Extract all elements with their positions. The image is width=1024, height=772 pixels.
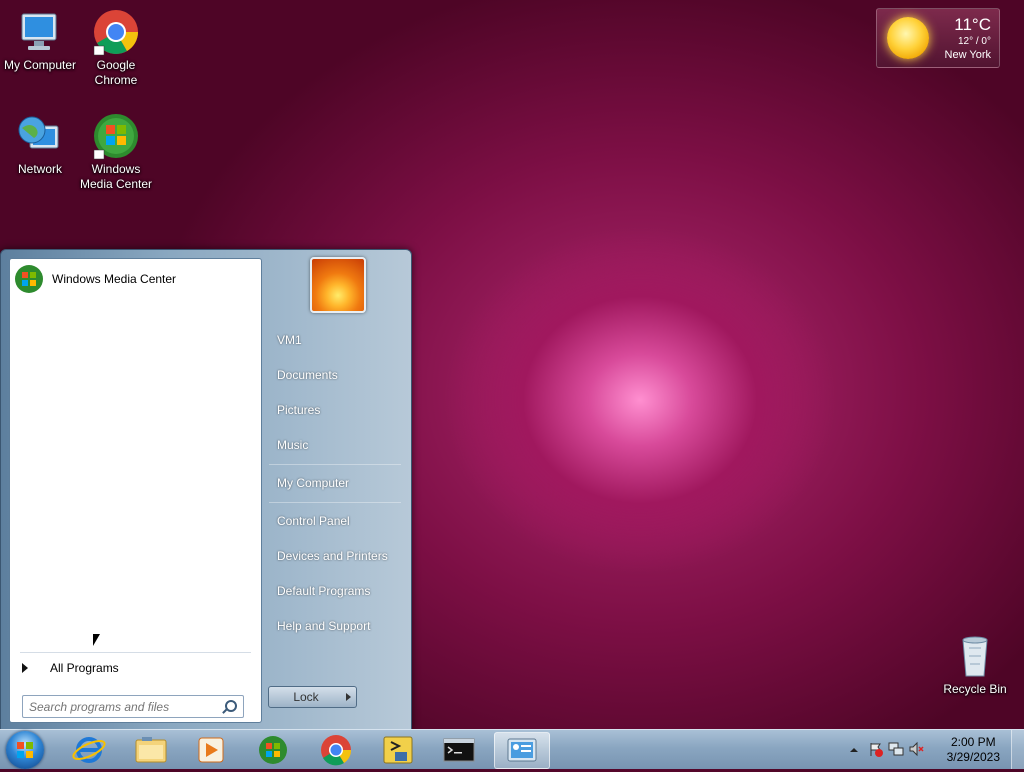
start-menu-item-label: Windows Media Center — [52, 272, 177, 286]
taskbar-button-internet-explorer[interactable] — [62, 732, 116, 767]
search-icon[interactable] — [225, 700, 237, 712]
start-button[interactable] — [6, 731, 44, 769]
start-menu-link-devices-and-printers[interactable]: Devices and Printers — [269, 542, 409, 570]
start-menu-link-music[interactable]: Music — [269, 431, 409, 459]
start-menu-item-windows-media-center[interactable]: Windows Media Center — [14, 265, 254, 293]
mouse-cursor — [92, 633, 102, 649]
chevron-right-icon — [22, 663, 28, 673]
desktop-icon-recycle-bin[interactable]: Recycle Bin — [935, 626, 1015, 697]
network-status-icon[interactable] — [888, 741, 904, 757]
monitor-icon — [16, 8, 64, 56]
all-programs-button[interactable]: All Programs — [18, 657, 254, 679]
clock-time: 2:00 PM — [950, 735, 996, 749]
command-prompt-icon — [443, 738, 475, 762]
taskbar-button-command-prompt[interactable] — [432, 732, 486, 767]
action-center-flag-icon[interactable] — [868, 741, 884, 757]
clock-date: 3/29/2023 — [946, 750, 1000, 764]
desktop: My Computer Google Chrome Network Window… — [0, 0, 1024, 731]
show-hidden-icons-chevron-icon[interactable] — [848, 744, 860, 756]
show-desktop-button[interactable] — [1011, 730, 1024, 769]
media-player-icon — [198, 737, 224, 763]
desktop-icon-windows-media-center[interactable]: Windows Media Center — [76, 106, 156, 192]
start-menu-link-default-programs[interactable]: Default Programs — [269, 577, 409, 605]
system-clock[interactable]: 2:00 PM 3/29/2023 — [947, 735, 1000, 765]
file-explorer-icon — [135, 737, 167, 763]
windows-logo-icon — [17, 742, 33, 758]
user-account-picture[interactable] — [310, 257, 366, 313]
divider — [269, 502, 401, 503]
taskbar-button-media-player[interactable] — [184, 732, 238, 767]
all-programs-label: All Programs — [50, 661, 119, 675]
start-menu-link-vm1[interactable]: VM1 — [269, 326, 409, 354]
weather-range: 12° / 0° — [957, 36, 991, 47]
chrome-icon — [321, 735, 352, 766]
taskbar: 2:00 PM 3/29/2023 — [0, 729, 1024, 769]
windows-media-center-icon — [92, 112, 140, 160]
python-icon — [383, 736, 413, 764]
system-tray: 2:00 PM 3/29/2023 — [834, 730, 1024, 769]
taskbar-button-windows-media-center[interactable] — [246, 732, 300, 767]
weather-city: New York — [944, 49, 991, 61]
recycle-bin-icon — [951, 632, 999, 680]
windows-media-center-icon — [14, 264, 44, 294]
chrome-icon — [92, 8, 140, 56]
shutdown-options-arrow-button[interactable] — [342, 686, 357, 708]
divider — [20, 652, 251, 653]
taskbar-button-chrome[interactable] — [309, 732, 363, 767]
taskbar-button-python[interactable] — [371, 732, 425, 767]
desktop-icon-label: My Computer — [3, 58, 77, 72]
start-menu-link-my-computer[interactable]: My Computer — [269, 469, 409, 497]
control-panel-icon — [507, 738, 537, 762]
desktop-icon-google-chrome[interactable]: Google Chrome — [76, 2, 156, 88]
start-menu-link-documents[interactable]: Documents — [269, 361, 409, 389]
internet-explorer-icon — [72, 737, 106, 763]
network-globe-icon — [16, 112, 64, 160]
weather-gadget[interactable]: 11°C 12° / 0° New York — [876, 8, 1000, 68]
desktop-icon-label: Network — [17, 162, 62, 176]
start-menu-link-help-and-support[interactable]: Help and Support — [269, 612, 409, 640]
taskbar-button-file-explorer[interactable] — [124, 732, 178, 767]
desktop-icon-my-computer[interactable]: My Computer — [0, 2, 80, 73]
start-menu: Windows Media Center All Programs VM1 Do… — [0, 249, 412, 731]
volume-muted-icon[interactable] — [908, 741, 924, 757]
desktop-icon-network[interactable]: Network — [0, 106, 80, 177]
start-menu-link-pictures[interactable]: Pictures — [269, 396, 409, 424]
start-menu-link-control-panel[interactable]: Control Panel — [269, 507, 409, 535]
sun-icon — [887, 17, 929, 59]
windows-media-center-icon — [259, 736, 287, 764]
lock-button[interactable]: Lock — [268, 686, 344, 708]
search-input[interactable] — [23, 699, 225, 714]
desktop-icon-label: Recycle Bin — [943, 682, 1007, 696]
start-menu-programs-pane: Windows Media Center All Programs — [9, 258, 262, 723]
desktop-icon-label: Google Chrome — [94, 58, 138, 87]
weather-temperature: 11°C — [954, 15, 991, 34]
search-box[interactable] — [22, 695, 244, 718]
taskbar-button-control-panel[interactable] — [494, 732, 550, 769]
divider — [269, 464, 401, 465]
desktop-icon-label: Windows Media Center — [79, 162, 153, 191]
